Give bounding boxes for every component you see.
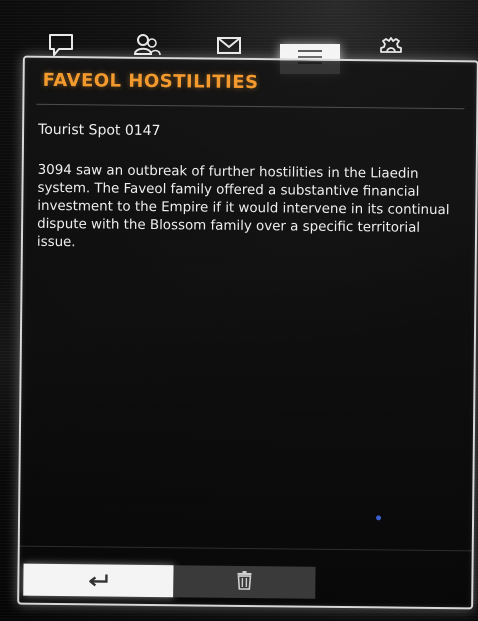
trash-icon	[233, 570, 255, 594]
indicator-dot	[376, 515, 382, 521]
back-button[interactable]	[23, 563, 174, 598]
bottom-divider	[19, 545, 472, 552]
delete-button[interactable]	[173, 565, 316, 599]
gear-icon	[377, 32, 405, 62]
codex-panel: FAVEOL HOSTILITIES Tourist Spot 0147 309…	[17, 55, 478, 610]
back-arrow-icon	[87, 568, 109, 592]
panel-body-text: 3094 saw an outbreak of further hostilit…	[36, 162, 450, 251]
title-divider	[36, 103, 465, 110]
panel-title: FAVEOL HOSTILITIES	[42, 69, 259, 94]
panel-subtitle: Tourist Spot 0147	[38, 121, 161, 140]
